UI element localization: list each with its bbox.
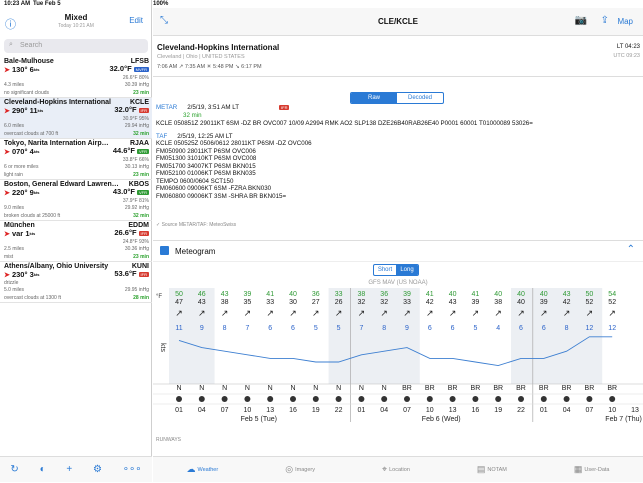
station-clouds: overcast clouds at 700 ft	[4, 130, 59, 137]
dewpoint-humidity: 26.6°F 80%	[122, 74, 149, 81]
more-icon[interactable]: ∘∘∘	[123, 464, 142, 475]
sidebar-toolbar: ↻ ◐ + ⚙ ∘∘∘	[0, 456, 152, 482]
visibility: 6 or more miles	[4, 164, 39, 171]
dewpoint-humidity: 33.8°F 66%	[122, 156, 149, 163]
dewpoint-humidity: 24.8°F 93%	[122, 238, 149, 245]
wind-value: ➤ var 1kts	[4, 228, 36, 238]
pressure: 30.13 inHg	[124, 164, 149, 171]
temperature: 43.0°F	[112, 187, 135, 197]
search-placeholder: Search	[20, 42, 43, 49]
station-clouds: mist	[4, 253, 14, 260]
add-icon[interactable]: +	[66, 464, 72, 475]
pressure: 29.92 inHg	[124, 205, 149, 212]
wind-arrow-icon: ➤	[4, 66, 10, 74]
sidebar-header: ⓘ Mixed Today 10:21 AM Edit	[0, 8, 152, 36]
temperature: 32.0°F	[114, 105, 137, 115]
battery-indicator: 100%	[153, 1, 169, 7]
pressure: 30.36 inHg	[124, 246, 149, 253]
temperature: 26.6°F	[114, 228, 137, 238]
flight-category-badge: MVFR	[133, 67, 149, 73]
visibility: 5.0 miles	[4, 287, 25, 294]
visibility: 2.5 miles	[4, 246, 25, 253]
flight-category-badge: VFR	[137, 149, 149, 155]
dewpoint-humidity: 30.9°F 95%	[122, 115, 149, 122]
wind-value: ➤ 290° 11kts	[4, 105, 44, 115]
refresh-icon[interactable]: ↻	[10, 464, 18, 475]
wind-arrow-icon: ➤	[4, 148, 10, 156]
station-clouds: overcast clouds at 1300 ft	[4, 294, 61, 301]
wind-arrow-icon: ➤	[4, 107, 10, 115]
wind-value: ➤ 220° 9kts	[4, 187, 40, 197]
report-age: 32 min	[133, 130, 149, 137]
search-icon: ⌕	[9, 41, 13, 48]
status-bar: 10:23 AM Tue Feb 5 100%	[0, 0, 643, 8]
settings-icon[interactable]: ⚙	[93, 464, 102, 475]
station-clouds: light rain	[4, 171, 23, 178]
station-row[interactable]: München EDDM ➤ var 1kts 26.6°F IFR 24.8°F 9…	[0, 221, 152, 262]
wind-value: ➤ 230° 3kts	[4, 269, 40, 279]
station-list: Bale-Mulhouse LFSB ➤ 130° 6kts 32.0°F MVFR …	[0, 57, 152, 303]
station-row[interactable]: Bale-Mulhouse LFSB ➤ 130° 6kts 32.0°F MVFR …	[0, 57, 152, 98]
pressure: 29.95 inHg	[124, 287, 149, 294]
pressure: 30.39 inHg	[124, 82, 149, 89]
visibility: 6.0 miles	[4, 123, 25, 130]
dewpoint-humidity: 37.9°F 81%	[122, 197, 149, 204]
wind-arrow-icon: ➤	[4, 230, 10, 238]
flight-category-badge: IFR	[138, 231, 149, 237]
wind-value: ➤ 130° 6kts	[4, 64, 40, 74]
report-age: 23 min	[133, 171, 149, 178]
status-date: Tue Feb 5	[33, 1, 61, 7]
wind-arrow-icon: ➤	[4, 271, 10, 279]
visibility: 9.0 miles	[4, 205, 25, 212]
status-time: 10:23 AM	[4, 1, 31, 7]
report-age: 23 min	[133, 253, 149, 260]
flight-category-badge: IFR	[138, 272, 149, 278]
temperature: 53.6°F	[114, 269, 137, 279]
station-row[interactable]: Boston, General Edward Lawren… KBOS ➤ 220…	[0, 180, 152, 221]
temperature: 32.0°F	[109, 64, 132, 74]
contrast-icon[interactable]: ◐	[40, 464, 46, 475]
pressure: 29.94 inHg	[124, 123, 149, 130]
sidebar: ⓘ Mixed Today 10:21 AM Edit ⌕ Search Bal…	[0, 0, 152, 482]
wind-arrow-icon: ➤	[4, 189, 10, 197]
station-weather: drizzle	[4, 279, 19, 286]
search-input[interactable]: ⌕ Search	[4, 39, 148, 53]
station-row[interactable]: Athens/Albany, Ohio University KUNI ➤ 230…	[0, 262, 152, 303]
wind-value: ➤ 070° 4kts	[4, 146, 40, 156]
flight-category-badge: VFR	[137, 190, 149, 196]
report-age: 23 min	[133, 89, 149, 96]
station-row[interactable]: Cleveland-Hopkins International KCLE ➤ 29…	[0, 98, 152, 139]
station-code: LFSB	[130, 58, 149, 65]
temperature: 44.6°F	[112, 146, 135, 156]
station-row[interactable]: Tokyo, Narita Internation Airp… RJAA ➤ 07…	[0, 139, 152, 180]
report-age: 28 min	[133, 294, 149, 301]
flight-category-badge: IFR	[138, 108, 149, 114]
station-clouds: no significant clouds	[4, 89, 50, 96]
report-age: 32 min	[133, 212, 149, 219]
edit-button[interactable]: Edit	[129, 16, 143, 25]
station-clouds: broken clouds at 25000 ft	[4, 212, 61, 219]
visibility: 4.3 miles	[4, 82, 25, 89]
